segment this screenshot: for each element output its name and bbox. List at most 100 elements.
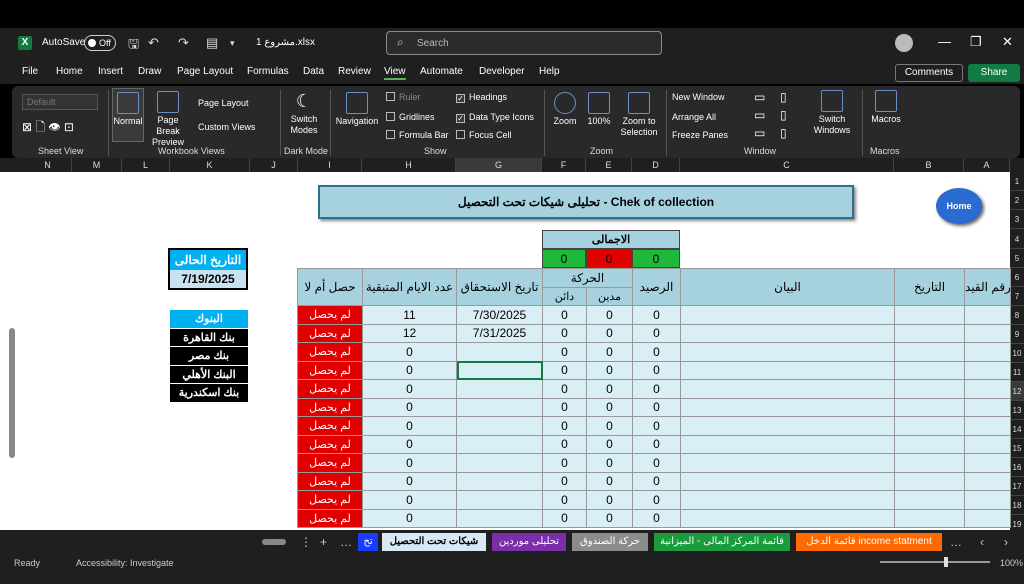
total-debit[interactable]: 0 xyxy=(586,249,632,268)
row-header[interactable]: 1 xyxy=(1010,172,1024,191)
cell-due[interactable] xyxy=(456,360,543,380)
undo-icon[interactable]: ↶ xyxy=(148,35,159,51)
cell-due[interactable]: 7/31/2025 xyxy=(456,323,543,343)
zoom-button[interactable]: Zoom xyxy=(548,92,582,127)
cell-due[interactable] xyxy=(456,342,543,362)
cell-description[interactable] xyxy=(680,471,896,491)
cell-balance[interactable]: 0 xyxy=(632,434,682,454)
cell-date[interactable] xyxy=(894,323,966,343)
row-header[interactable]: 10 xyxy=(1010,344,1024,363)
restore-icon[interactable]: ❐ xyxy=(970,34,982,50)
list-item[interactable]: بنك مصر xyxy=(170,347,248,366)
tab-insert[interactable]: Insert xyxy=(98,66,123,77)
cell-debit[interactable]: 0 xyxy=(585,323,634,343)
row-header[interactable]: 5 xyxy=(1010,249,1024,268)
macros-button[interactable]: Macros xyxy=(868,90,904,125)
row-header[interactable]: 11 xyxy=(1010,363,1024,382)
tab-review[interactable]: Review xyxy=(338,66,371,77)
cell-days[interactable]: 0 xyxy=(362,453,457,473)
cell-date[interactable] xyxy=(894,360,966,380)
tab-data[interactable]: Data xyxy=(303,66,324,77)
column-header[interactable]: K xyxy=(170,158,250,172)
sheet-view-dropdown[interactable]: Default xyxy=(22,94,98,110)
focus-cell-button[interactable]: Focus Cell xyxy=(456,130,512,140)
cell-days[interactable]: 0 xyxy=(362,397,457,417)
data-type-icons-checkbox[interactable]: ✓ Data Type Icons xyxy=(456,112,534,123)
arrange-all-button[interactable]: Arrange All xyxy=(672,112,716,122)
cell-entry-no[interactable] xyxy=(964,397,1012,417)
add-sheet-icon[interactable]: + xyxy=(320,535,327,549)
cell-date[interactable] xyxy=(894,416,966,436)
row-header[interactable]: 8 xyxy=(1010,306,1024,325)
avatar[interactable] xyxy=(895,34,913,52)
cell-status[interactable]: لم يحصل xyxy=(297,323,363,343)
redo-icon[interactable]: ↷ xyxy=(178,35,189,51)
column-header[interactable]: L xyxy=(122,158,170,172)
sheet-tab-active[interactable]: شيكات تحت التحصيل xyxy=(382,533,486,551)
close-icon[interactable]: ✕ xyxy=(1002,34,1013,50)
row-header[interactable]: 9 xyxy=(1010,325,1024,344)
cell-entry-no[interactable] xyxy=(964,416,1012,436)
chevron-right-icon[interactable]: › xyxy=(1004,535,1008,549)
tab-page-layout[interactable]: Page Layout xyxy=(177,66,233,77)
cell-credit[interactable]: 0 xyxy=(542,490,587,510)
cell-description[interactable] xyxy=(680,508,896,528)
cell-balance[interactable]: 0 xyxy=(632,379,682,399)
column-header[interactable]: D xyxy=(632,158,680,172)
more-tabs-left-icon[interactable]: … xyxy=(340,535,352,549)
cell-credit[interactable]: 0 xyxy=(542,379,587,399)
cell-debit[interactable]: 0 xyxy=(585,379,634,399)
minimize-icon[interactable]: — xyxy=(938,34,951,49)
switch-modes-button[interactable]: ☾ Switch Modes xyxy=(286,90,322,136)
vertical-scrollbar[interactable] xyxy=(9,328,15,458)
cell-entry-no[interactable] xyxy=(964,434,1012,454)
zoom-slider-thumb[interactable] xyxy=(944,557,948,567)
tab-draw[interactable]: Draw xyxy=(138,66,161,77)
save-icon[interactable]: 🖫 xyxy=(128,35,139,57)
cell-entry-no[interactable] xyxy=(964,305,1012,325)
cell-due[interactable] xyxy=(456,490,543,510)
cell-debit[interactable]: 0 xyxy=(585,508,634,528)
cell-days[interactable]: 0 xyxy=(362,342,457,362)
share-button[interactable]: Share xyxy=(968,64,1020,82)
cell-date[interactable] xyxy=(894,453,966,473)
cell-credit[interactable]: 0 xyxy=(542,305,587,325)
total-credit[interactable]: 0 xyxy=(542,249,586,268)
cell-credit[interactable]: 0 xyxy=(542,323,587,343)
sheet-tab[interactable]: حركة الصندوق xyxy=(572,533,648,551)
total-balance[interactable]: 0 xyxy=(632,249,680,268)
row-header[interactable]: 7 xyxy=(1010,287,1024,306)
normal-view-button[interactable]: Normal xyxy=(112,88,144,142)
cell-entry-no[interactable] xyxy=(964,360,1012,380)
cell-debit[interactable]: 0 xyxy=(585,305,634,325)
cell-due[interactable] xyxy=(456,379,543,399)
cell-status[interactable]: لم يحصل xyxy=(297,490,363,510)
cell-status[interactable]: لم يحصل xyxy=(297,508,363,528)
ruler-checkbox[interactable]: Ruler xyxy=(386,92,421,102)
cell-date[interactable] xyxy=(894,490,966,510)
column-header[interactable]: B xyxy=(894,158,964,172)
cell-date[interactable] xyxy=(894,508,966,528)
cell-status[interactable]: لم يحصل xyxy=(297,416,363,436)
gridlines-checkbox[interactable]: Gridlines xyxy=(386,112,435,122)
column-header[interactable]: N xyxy=(24,158,72,172)
worksheet[interactable]: N M L K J I H G F E D C B A 1 2 3 4 5 6 … xyxy=(0,158,1024,530)
sheet-tab[interactable]: قائمة الدخل income statment xyxy=(796,533,942,551)
reset-position-icon[interactable]: ▯ xyxy=(780,126,787,140)
column-header-selected[interactable]: G xyxy=(456,158,542,172)
cell-balance[interactable]: 0 xyxy=(632,397,682,417)
column-header[interactable]: H xyxy=(362,158,456,172)
cell-debit[interactable]: 0 xyxy=(585,342,634,362)
list-item[interactable]: البنك الأهلي xyxy=(170,365,248,384)
sync-scroll-icon[interactable]: ▯ xyxy=(780,108,787,122)
cell-entry-no[interactable] xyxy=(964,379,1012,399)
cell-description[interactable] xyxy=(680,416,896,436)
cell-balance[interactable]: 0 xyxy=(632,342,682,362)
cell-credit[interactable]: 0 xyxy=(542,360,587,380)
column-header[interactable]: F xyxy=(542,158,586,172)
file-name[interactable]: مشروع 1.xlsx xyxy=(256,37,315,48)
cell-description[interactable] xyxy=(680,490,896,510)
freeze-panes-button[interactable]: Freeze Panes xyxy=(672,130,728,140)
cell-credit[interactable]: 0 xyxy=(542,397,587,417)
cell-status[interactable]: لم يحصل xyxy=(297,360,363,380)
